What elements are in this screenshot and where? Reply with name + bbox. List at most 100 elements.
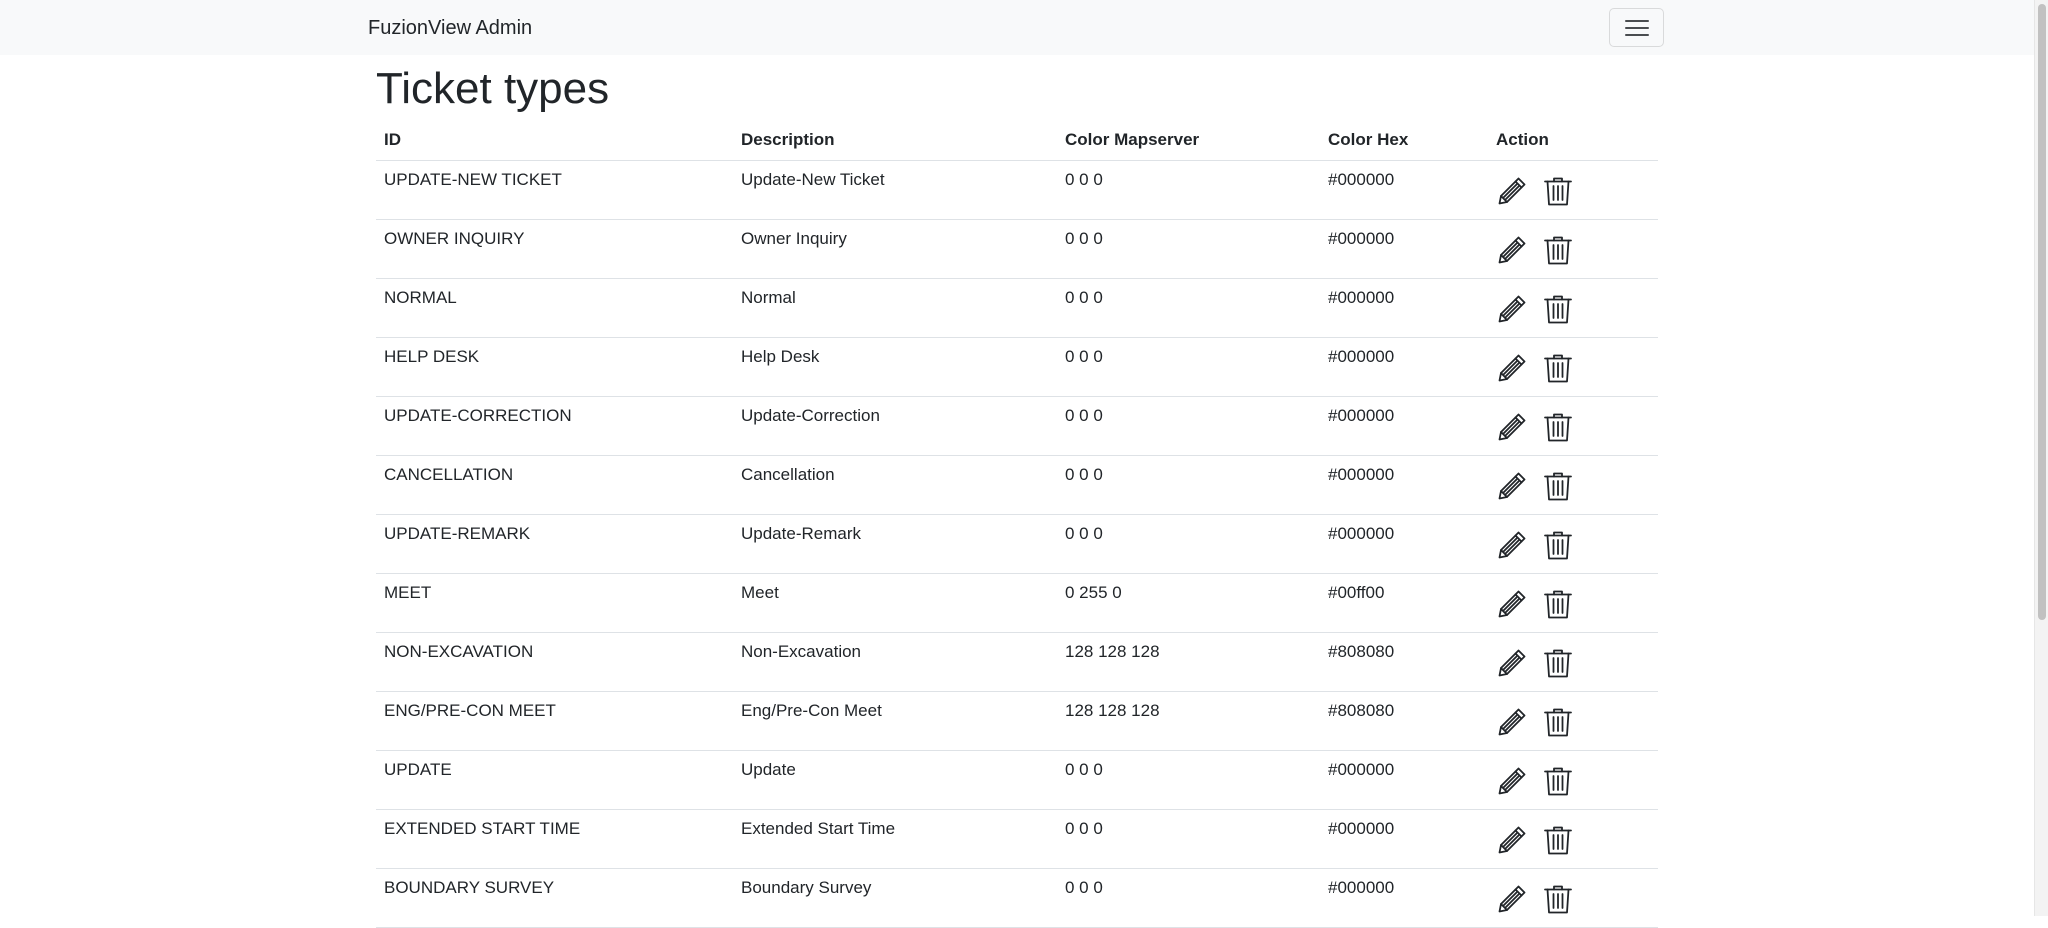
navbar-toggler-button[interactable] <box>1609 8 1664 47</box>
cell-id: MEET <box>376 573 733 633</box>
cell-action <box>1488 809 1658 869</box>
cell-color-mapserver: 0 0 0 <box>1057 455 1320 515</box>
cell-color-hex: #000000 <box>1320 219 1488 279</box>
edit-button[interactable] <box>1496 647 1528 679</box>
delete-button[interactable] <box>1542 706 1574 738</box>
cell-color-mapserver: 0 0 0 <box>1057 278 1320 338</box>
cell-color-mapserver: 128 128 128 <box>1057 691 1320 751</box>
edit-button[interactable] <box>1496 588 1528 620</box>
edit-button[interactable] <box>1496 824 1528 856</box>
trash-icon <box>1542 470 1574 502</box>
trash-icon <box>1542 824 1574 856</box>
cell-color-mapserver: 0 0 0 <box>1057 868 1320 928</box>
delete-button[interactable] <box>1542 647 1574 679</box>
cell-description: Extended Start Time <box>733 809 1057 869</box>
navbar: FuzionView Admin <box>0 0 2034 55</box>
delete-button[interactable] <box>1542 352 1574 384</box>
edit-button[interactable] <box>1496 293 1528 325</box>
cell-color-mapserver: 0 0 0 <box>1057 337 1320 397</box>
cell-id: UPDATE-CORRECTION <box>376 396 733 456</box>
pencil-icon <box>1496 883 1528 915</box>
cell-color-mapserver: 0 0 0 <box>1057 750 1320 810</box>
cell-color-hex: #000000 <box>1320 337 1488 397</box>
delete-button[interactable] <box>1542 234 1574 266</box>
pencil-icon <box>1496 470 1528 502</box>
delete-button[interactable] <box>1542 765 1574 797</box>
delete-button[interactable] <box>1542 529 1574 561</box>
table-row: BOUNDARY SURVEY Boundary Survey 0 0 0 #0000… <box>376 868 1658 928</box>
trash-icon <box>1542 647 1574 679</box>
delete-button[interactable] <box>1542 293 1574 325</box>
pencil-icon <box>1496 824 1528 856</box>
vertical-scrollbar[interactable] <box>2034 0 2048 916</box>
cell-color-mapserver: 128 128 128 <box>1057 632 1320 692</box>
edit-button[interactable] <box>1496 706 1528 738</box>
cell-action <box>1488 514 1658 574</box>
cell-description: Boundary Survey <box>733 868 1057 928</box>
edit-button[interactable] <box>1496 234 1528 266</box>
column-header-id: ID <box>376 120 733 161</box>
navbar-brand[interactable]: FuzionView Admin <box>368 15 532 41</box>
cell-description: Update <box>733 750 1057 810</box>
delete-button[interactable] <box>1542 883 1574 915</box>
cell-action <box>1488 278 1658 338</box>
table-row: ENG/PRE-CON MEET Eng/Pre-Con Meet 128 128 … <box>376 691 1658 751</box>
edit-button[interactable] <box>1496 411 1528 443</box>
column-header-description: Description <box>733 120 1057 161</box>
ticket-types-table: ID Description Color Mapserver Color Hex… <box>376 120 1658 928</box>
edit-button[interactable] <box>1496 883 1528 915</box>
cell-action <box>1488 455 1658 515</box>
pencil-icon <box>1496 234 1528 266</box>
cell-color-hex: #000000 <box>1320 809 1488 869</box>
pencil-icon <box>1496 352 1528 384</box>
cell-color-hex: #000000 <box>1320 278 1488 338</box>
cell-action <box>1488 632 1658 692</box>
cell-id: ENG/PRE-CON MEET <box>376 691 733 751</box>
cell-color-hex: #00ff00 <box>1320 573 1488 633</box>
pencil-icon <box>1496 588 1528 620</box>
cell-description: Meet <box>733 573 1057 633</box>
cell-color-mapserver: 0 0 0 <box>1057 514 1320 574</box>
cell-description: Help Desk <box>733 337 1057 397</box>
table-row: NON-EXCAVATION Non-Excavation 128 128 128 #… <box>376 632 1658 692</box>
table-row: NORMAL Normal 0 0 0 #000000 <box>376 278 1658 338</box>
trash-icon <box>1542 588 1574 620</box>
cell-id: HELP DESK <box>376 337 733 397</box>
cell-color-hex: #000000 <box>1320 750 1488 810</box>
cell-id: NORMAL <box>376 278 733 338</box>
delete-button[interactable] <box>1542 411 1574 443</box>
cell-action <box>1488 750 1658 810</box>
trash-icon <box>1542 175 1574 207</box>
delete-button[interactable] <box>1542 175 1574 207</box>
cell-color-mapserver: 0 0 0 <box>1057 160 1320 220</box>
edit-button[interactable] <box>1496 470 1528 502</box>
edit-button[interactable] <box>1496 352 1528 384</box>
edit-button[interactable] <box>1496 765 1528 797</box>
scrollbar-thumb[interactable] <box>2038 4 2046 620</box>
cell-id: EXTENDED START TIME <box>376 809 733 869</box>
edit-button[interactable] <box>1496 175 1528 207</box>
delete-button[interactable] <box>1542 470 1574 502</box>
cell-color-hex: #000000 <box>1320 455 1488 515</box>
cell-color-mapserver: 0 0 0 <box>1057 396 1320 456</box>
table-row: UPDATE Update 0 0 0 #000000 <box>376 750 1658 810</box>
cell-action <box>1488 396 1658 456</box>
delete-button[interactable] <box>1542 824 1574 856</box>
cell-id: NON-EXCAVATION <box>376 632 733 692</box>
trash-icon <box>1542 293 1574 325</box>
cell-id: UPDATE-NEW TICKET <box>376 160 733 220</box>
trash-icon <box>1542 352 1574 384</box>
cell-description: Update-New Ticket <box>733 160 1057 220</box>
trash-icon <box>1542 529 1574 561</box>
pencil-icon <box>1496 647 1528 679</box>
cell-description: Cancellation <box>733 455 1057 515</box>
cell-description: Owner Inquiry <box>733 219 1057 279</box>
table-row: UPDATE-CORRECTION Update-Correction 0 0 0 #… <box>376 396 1658 456</box>
cell-action <box>1488 868 1658 928</box>
cell-action <box>1488 691 1658 751</box>
cell-id: UPDATE-REMARK <box>376 514 733 574</box>
cell-color-hex: #808080 <box>1320 632 1488 692</box>
delete-button[interactable] <box>1542 588 1574 620</box>
edit-button[interactable] <box>1496 529 1528 561</box>
column-header-action: Action <box>1488 120 1658 161</box>
